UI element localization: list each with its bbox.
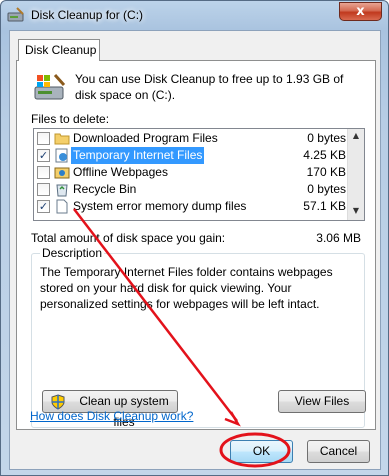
checkbox-checked[interactable]: ✓	[37, 149, 50, 162]
description-group: Description The Temporary Internet Files…	[31, 246, 366, 429]
info-text: You can use Disk Cleanup to free up to 1…	[75, 72, 344, 102]
checkbox[interactable]	[37, 183, 50, 196]
close-button[interactable]: x	[339, 2, 382, 21]
disk-cleanup-window: Disk Cleanup for (C:) x Disk Cleanup You…	[0, 0, 389, 476]
item-name: Temporary Internet Files	[71, 147, 205, 164]
files-to-delete-label: Files to delete:	[31, 112, 110, 126]
disk-cleanup-icon	[7, 7, 24, 22]
item-size: 0 bytes	[307, 131, 346, 145]
item-size: 0 bytes	[307, 182, 346, 196]
item-name: Offline Webpages	[73, 165, 168, 179]
description-text: The Temporary Internet Files folder cont…	[40, 265, 333, 311]
vertical-scrollbar[interactable]: ▲ ▼	[347, 129, 364, 220]
checkbox-checked[interactable]: ✓	[37, 200, 50, 213]
cancel-button[interactable]: Cancel	[307, 440, 370, 463]
item-name: Recycle Bin	[73, 182, 137, 196]
uac-shield-icon	[51, 394, 65, 410]
total-gain-label: Total amount of disk space you gain:	[31, 231, 226, 245]
internet-files-icon	[55, 148, 68, 163]
checkbox[interactable]	[37, 166, 50, 179]
tab-disk-cleanup[interactable]: Disk Cleanup	[18, 39, 100, 61]
help-link[interactable]: How does Disk Cleanup work?	[30, 409, 193, 423]
folder-icon	[54, 133, 70, 145]
title-bar[interactable]: Disk Cleanup for (C:) x	[1, 1, 388, 29]
checkbox[interactable]	[37, 132, 50, 145]
list-item[interactable]: Offline Webpages 170 KB	[34, 164, 348, 181]
disk-cleanup-large-icon	[34, 73, 66, 100]
scroll-up-arrow-icon[interactable]: ▲	[350, 131, 362, 143]
window-title: Disk Cleanup for (C:)	[31, 8, 144, 22]
offline-webpages-icon	[54, 167, 70, 179]
item-name: Downloaded Program Files	[73, 131, 218, 145]
total-gain-value: 3.06 MB	[316, 231, 361, 245]
files-list[interactable]: Downloaded Program Files 0 bytes ✓ Tempo…	[33, 128, 365, 221]
item-size: 57.1 KB	[303, 199, 346, 213]
ok-button[interactable]: OK	[230, 440, 293, 463]
list-item[interactable]: Recycle Bin 0 bytes	[34, 181, 348, 198]
dialog-client-area: Disk Cleanup You can use Disk Cleanup to…	[9, 30, 381, 470]
list-item[interactable]: Downloaded Program Files 0 bytes	[34, 130, 348, 147]
list-item[interactable]: ✓ Temporary Internet Files 4.25 KB	[34, 147, 348, 164]
tab-panel: You can use Disk Cleanup to free up to 1…	[16, 60, 376, 430]
list-item[interactable]: ✓ System error memory dump files 57.1 KB	[34, 198, 348, 215]
document-icon	[56, 199, 68, 214]
item-size: 4.25 KB	[303, 148, 346, 162]
item-name: System error memory dump files	[73, 199, 247, 213]
view-files-button[interactable]: View Files	[278, 390, 366, 413]
item-size: 170 KB	[306, 165, 346, 179]
recycle-bin-icon	[56, 184, 68, 197]
description-title: Description	[40, 246, 105, 260]
scroll-down-arrow-icon[interactable]: ▼	[350, 206, 362, 218]
